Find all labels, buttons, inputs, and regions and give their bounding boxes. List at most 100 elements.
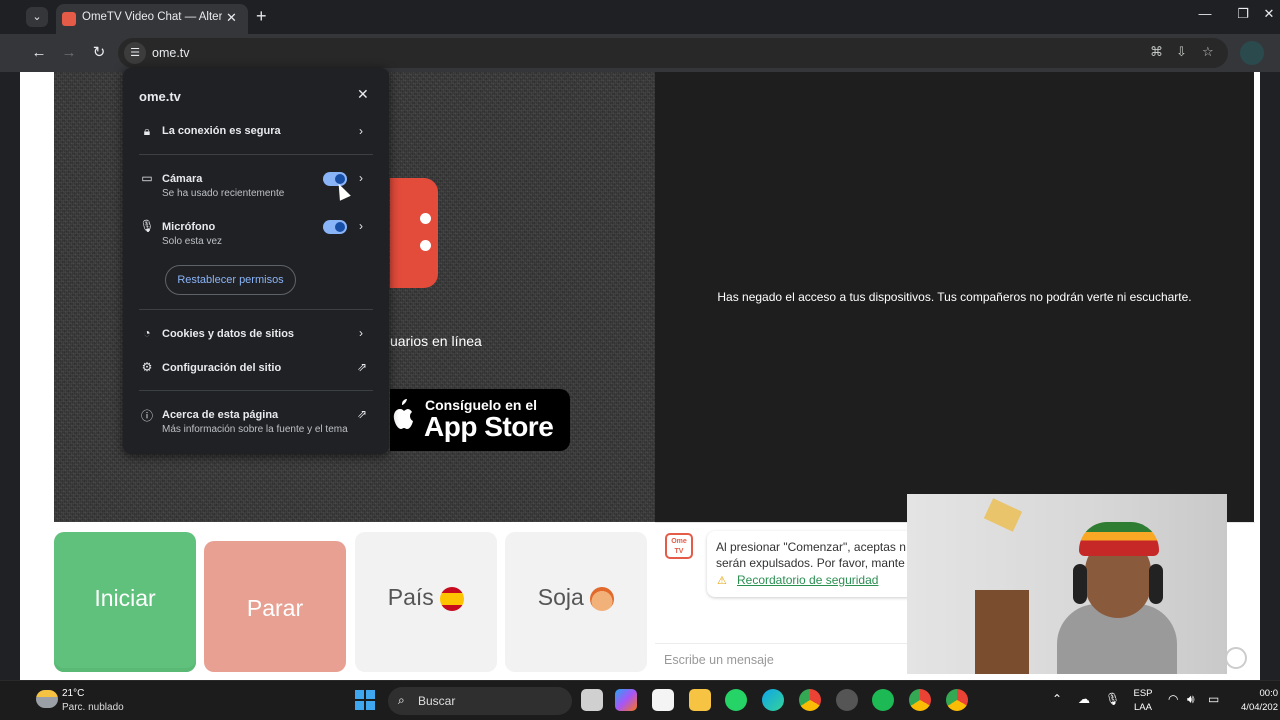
translate-icon[interactable]: ⌘ [1150, 44, 1163, 60]
title-bar: ⌄ OmeTV Video Chat — Alternati ✕ + — ❐ ✕ [0, 0, 1280, 34]
windows-taskbar: 21°C Parc. nublado ⌕ Buscar ⌃ ☁ 🎙︎ ESP L… [0, 680, 1280, 720]
webcam-overlay [907, 494, 1227, 674]
ometv-chat-logo-icon: Ome TV [665, 533, 693, 559]
emoji-icon[interactable] [1225, 647, 1247, 669]
microphone-icon: 🎙︎ [139, 219, 155, 233]
cookies-label: Cookies y datos de sitios [162, 328, 295, 340]
profile-avatar[interactable] [1240, 41, 1264, 65]
start-button[interactable]: Iniciar [54, 532, 196, 672]
weather-temp[interactable]: 21°C [62, 688, 84, 699]
camera-label: Cámara [162, 173, 203, 185]
site-settings-label: Configuración del sitio [162, 362, 282, 374]
obs-icon[interactable] [836, 689, 858, 711]
windows-start-icon[interactable] [355, 690, 375, 710]
popup-host: ome.tv [139, 89, 181, 104]
cookies-row[interactable]: ◔ Cookies y datos de sitios › [139, 326, 375, 344]
popup-close-icon[interactable]: ✕ [357, 86, 369, 103]
weather-desc[interactable]: Parc. nublado [62, 702, 124, 713]
new-tab-icon[interactable]: + [256, 6, 267, 27]
cookie-icon: ◔ [143, 326, 151, 340]
edge-icon[interactable] [762, 689, 784, 711]
copilot-icon[interactable] [615, 689, 637, 711]
gender-button[interactable]: Soja [505, 532, 647, 672]
connection-secure-row[interactable]: 🔒︎ La conexión es segura › [139, 123, 375, 141]
taskbar-search-label: Buscar [418, 694, 456, 708]
site-info-popup: ome.tv ✕ 🔒︎ La conexión es segura › ▭ Cá… [123, 68, 389, 454]
microphone-sub: Solo esta vez [162, 236, 223, 247]
tab-title: OmeTV Video Chat — Alternati [82, 11, 222, 23]
tray-chevron-icon[interactable]: ⌃ [1052, 692, 1062, 706]
about-page-label: Acerca de esta página [162, 409, 279, 421]
safety-reminder-link[interactable]: Recordatorio de seguridad [737, 573, 878, 587]
close-window-icon[interactable]: ✕ [1254, 6, 1280, 22]
address-bar[interactable]: ☰ ome.tv ⌘ ⇩ ☆ [118, 38, 1228, 68]
microphone-toggle[interactable] [323, 220, 347, 234]
country-button[interactable]: País [355, 532, 497, 672]
divider [139, 390, 373, 391]
language-line2[interactable]: LAA [1130, 702, 1156, 713]
chrome-profile-icon[interactable] [909, 689, 931, 711]
language-line1[interactable]: ESP [1130, 688, 1156, 699]
chrome-active-icon[interactable] [946, 689, 968, 711]
battery-icon[interactable]: ▭ [1208, 692, 1219, 706]
ometv-logo-icon [390, 178, 438, 288]
stop-button[interactable]: Parar [204, 541, 346, 672]
external-link-icon: ⇗ [357, 407, 368, 421]
about-page-row[interactable]: ⓘ Acerca de esta página Más información … [139, 407, 375, 437]
back-icon[interactable]: ← [28, 42, 50, 64]
ometv-favicon-icon [62, 12, 76, 26]
chevron-right-icon: › [359, 124, 363, 138]
chevron-right-icon: › [359, 171, 363, 185]
divider [139, 309, 373, 310]
chevron-right-icon: › [359, 219, 363, 233]
install-app-icon[interactable]: ⇩ [1176, 44, 1187, 60]
weather-icon[interactable] [36, 690, 58, 708]
bookmark-star-icon[interactable]: ☆ [1202, 44, 1214, 60]
divider [139, 154, 373, 155]
info-icon: ⓘ [140, 409, 153, 423]
tab-active[interactable]: OmeTV Video Chat — Alternati ✕ [56, 4, 248, 34]
camera-icon: ▭ [141, 171, 153, 185]
site-settings-row[interactable]: ⚙ Configuración del sitio ⇗ [139, 360, 375, 378]
country-button-label: País [387, 584, 434, 610]
microphone-permission-row[interactable]: 🎙︎ Micrófono Solo esta vez › [139, 219, 375, 249]
volume-icon[interactable]: 🔊︎ [1187, 692, 1195, 707]
forward-icon[interactable]: → [58, 42, 80, 64]
minimize-icon[interactable]: — [1190, 6, 1220, 21]
connection-secure-label: La conexión es segura [162, 125, 281, 137]
chat-message-input[interactable]: Escribe un mensaje [655, 643, 907, 675]
apple-icon [393, 399, 413, 429]
app-store-large-text: App Store [424, 411, 554, 442]
file-explorer-icon[interactable] [689, 689, 711, 711]
start-button-label: Iniciar [94, 585, 156, 611]
url-text[interactable]: ome.tv [152, 46, 190, 60]
tab-search-button[interactable]: ⌄ [26, 7, 48, 27]
clock-date[interactable]: 4/04/202 [1234, 702, 1278, 713]
camera-sub: Se ha usado recientemente [162, 188, 285, 199]
chat-input-placeholder: Escribe un mensaje [664, 653, 774, 667]
system-message-line2: serán expulsados. Por favor, mante [716, 556, 905, 570]
spotify-icon[interactable] [872, 689, 894, 711]
search-icon: ⌕ [398, 693, 405, 707]
chrome-icon[interactable] [799, 689, 821, 711]
wifi-icon[interactable]: ◠ [1168, 692, 1178, 706]
app-store-badge[interactable]: Consíguelo en el App Store [390, 389, 570, 451]
reload-icon[interactable]: ↻ [88, 42, 110, 64]
whatsapp-icon[interactable] [725, 689, 747, 711]
system-message-bubble: Al presionar "Comenzar", aceptas n serán… [707, 531, 917, 597]
spain-flag-icon [440, 586, 465, 611]
reset-permissions-button[interactable]: Restablecer permisos [165, 265, 296, 295]
users-online-text: uarios en línea [390, 333, 482, 349]
boy-face-icon [590, 586, 615, 611]
taskbar-search[interactable]: ⌕ Buscar [388, 687, 572, 715]
store-icon[interactable] [652, 689, 674, 711]
about-page-sub: Más información sobre la fuente y el tem… [162, 424, 348, 435]
chevron-right-icon: › [359, 326, 363, 340]
clock-time[interactable]: 00:0 [1234, 688, 1279, 699]
onedrive-icon[interactable]: ☁ [1078, 692, 1090, 706]
gender-button-label: Soja [537, 584, 584, 610]
task-view-icon[interactable] [581, 689, 603, 711]
microphone-tray-icon[interactable]: 🎙︎ [1105, 692, 1120, 706]
site-info-icon[interactable]: ☰ [124, 42, 146, 64]
tab-close-icon[interactable]: ✕ [226, 10, 237, 26]
